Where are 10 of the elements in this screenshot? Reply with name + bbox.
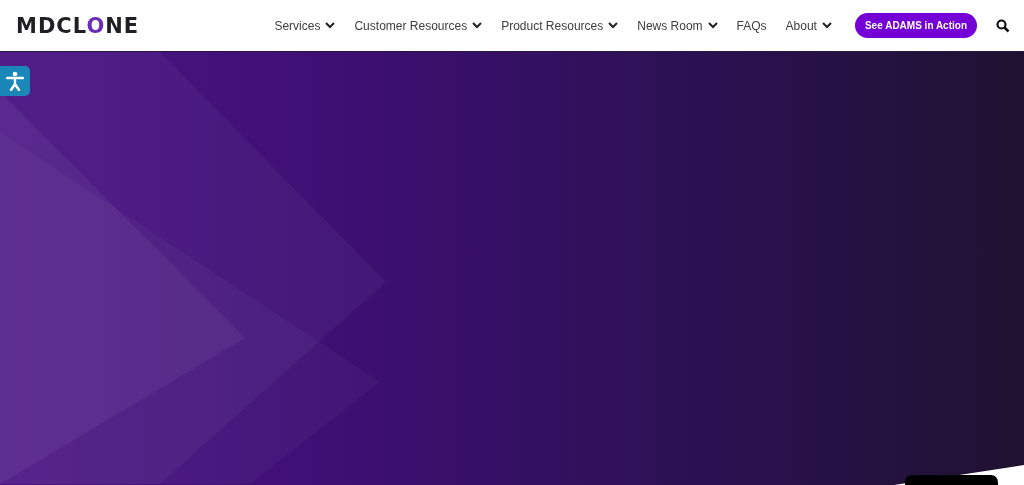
nav-link[interactable]: News Room — [637, 18, 718, 33]
nav-link[interactable]: Product Resources — [501, 18, 619, 33]
nav-link[interactable]: Customer Resources — [354, 18, 483, 33]
cta-button[interactable]: See ADAMS in Action — [854, 13, 977, 38]
accessibility-button[interactable] — [0, 66, 30, 96]
nav-link[interactable]: About — [785, 18, 832, 33]
logo[interactable]: MDCLONE — [16, 13, 140, 38]
nav-link[interactable]: FAQs — [736, 18, 767, 33]
search-icon[interactable] — [996, 18, 1010, 33]
nav-link[interactable]: Services — [274, 18, 336, 33]
